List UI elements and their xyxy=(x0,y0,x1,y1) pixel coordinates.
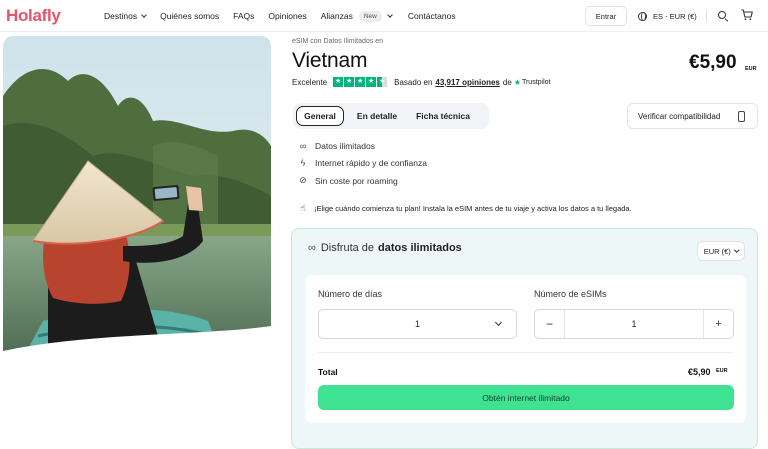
rating-based-on: Basado en xyxy=(394,77,433,87)
nav-contactanos[interactable]: Contáctanos xyxy=(408,11,456,21)
increment-button[interactable]: + xyxy=(703,310,733,338)
nav-opiniones[interactable]: Opiniones xyxy=(268,11,306,21)
total-currency: EUR xyxy=(716,368,728,374)
page-title: Vietnam xyxy=(292,49,368,72)
chevron-down-icon xyxy=(141,11,147,18)
nav-contactanos-label: Contáctanos xyxy=(407,11,456,21)
tab-general[interactable]: General xyxy=(296,106,344,126)
divider xyxy=(318,352,733,353)
infinity-icon: ∞ xyxy=(299,141,307,151)
feature-item: ϟ Internet rápido y de confianza xyxy=(297,158,427,168)
plan-card: ∞ Disfruta de datos ilimitados EUR (€) N… xyxy=(291,228,758,449)
total-label: Total xyxy=(318,367,338,377)
nav-opiniones-label: Opiniones xyxy=(268,11,307,21)
days-label: Número de días xyxy=(318,289,383,299)
reviews-link[interactable]: 43,917 opiniones xyxy=(435,78,499,87)
product-tabs: General En detalle Ficha técnica xyxy=(293,103,489,129)
activation-tip: ☝ ¡Elige cuándo comienza tu plan! Instal… xyxy=(297,203,632,214)
new-badge: New xyxy=(358,10,382,22)
language-selector[interactable]: ES - EUR (€) xyxy=(638,6,697,26)
feature-text: Datos ilimitados xyxy=(315,141,375,151)
login-button[interactable]: Entrar xyxy=(585,6,627,26)
vietnam-hero-image xyxy=(3,36,271,358)
nav-alianzas-label: Alianzas xyxy=(320,11,353,21)
main-nav: Destinos Quiénes somos FAQs Opiniones Al… xyxy=(104,0,470,32)
plan-title: ∞ Disfruta de datos ilimitados xyxy=(308,242,462,254)
days-select[interactable]: 1 xyxy=(318,309,517,339)
buy-unlimited-button[interactable]: Obtén internet ilimitado xyxy=(318,385,734,410)
globe-icon xyxy=(638,11,647,21)
star-half-icon: ★ xyxy=(377,77,388,87)
search-icon[interactable] xyxy=(718,11,726,19)
star-icon: ★ xyxy=(366,77,377,87)
nav-alianzas[interactable]: Alianzas New xyxy=(320,10,382,22)
header-divider xyxy=(706,10,707,22)
rating-row: Excelente ★ ★ ★ ★ ★ Basado en 43,917 opi… xyxy=(292,77,550,87)
star-icon: ★ xyxy=(355,77,366,87)
feature-item: ∞ Datos ilimitados xyxy=(297,141,375,151)
currency-select-value: EUR (€) xyxy=(703,246,731,256)
nav-destinos[interactable]: Destinos xyxy=(104,11,147,21)
plan-title-prefix: Disfruta de xyxy=(320,242,375,254)
holafly-logo[interactable]: Holafly xyxy=(6,6,61,26)
infinity-icon: ∞ xyxy=(308,242,316,254)
nav-faqs-label: FAQs xyxy=(233,11,255,21)
plan-title-bold: datos ilimitados xyxy=(378,242,462,254)
top-navigation-bar: Holafly Destinos Quiénes somos FAQs Opin… xyxy=(0,0,768,32)
total-price: €5,90 xyxy=(688,367,711,377)
feature-text: Sin coste por roaming xyxy=(315,175,398,186)
language-label: ES - EUR (€) xyxy=(653,11,697,21)
compatibility-label: Verificar compatibilidad xyxy=(638,111,721,121)
trustpilot-logo[interactable]: Trustpilot xyxy=(522,79,551,86)
star-icon: ★ xyxy=(344,77,355,87)
feature-item: ⊘ Sin coste por roaming xyxy=(297,175,398,186)
breadcrumb: eSIM con Datos Ilimitados en xyxy=(292,38,384,45)
check-compatibility-button[interactable]: Verificar compatibilidad xyxy=(627,103,758,129)
esims-value[interactable]: 1 xyxy=(565,319,703,329)
esims-stepper: − 1 + xyxy=(534,309,734,339)
rating-stars: ★ ★ ★ ★ ★ xyxy=(333,77,388,87)
feature-text: Internet rápido y de confianza xyxy=(315,158,427,168)
lightning-icon: ϟ xyxy=(300,158,306,168)
tab-ficha-tecnica[interactable]: Ficha técnica xyxy=(410,106,476,126)
days-value: 1 xyxy=(414,319,420,329)
plan-options: Número de días Número de eSIMs 1 − 1 + T… xyxy=(305,275,746,423)
chevron-down-icon[interactable] xyxy=(387,11,393,18)
nav-faqs[interactable]: FAQs xyxy=(233,11,254,21)
nav-quienes-label: Quiénes somos xyxy=(160,11,220,21)
trustpilot-star-icon: ★ xyxy=(513,77,521,87)
chevron-down-icon xyxy=(734,247,740,252)
cart-icon[interactable] xyxy=(741,9,753,21)
star-icon: ★ xyxy=(333,77,344,87)
decrement-button[interactable]: − xyxy=(535,310,565,338)
price: €5,90 xyxy=(689,52,737,73)
esims-label: Número de eSIMs xyxy=(534,289,607,299)
tab-en-detalle[interactable]: En detalle xyxy=(344,106,410,126)
tip-text: ¡Elige cuándo comienza tu plan! Instala … xyxy=(314,204,632,213)
hand-tap-icon: ☝ xyxy=(300,203,306,213)
nav-quienes-somos[interactable]: Quiénes somos xyxy=(160,11,219,21)
rating-label: Excelente xyxy=(292,77,328,87)
nav-destinos-label: Destinos xyxy=(104,11,138,21)
currency-select[interactable]: EUR (€) xyxy=(697,241,745,261)
price-currency: EUR xyxy=(745,66,757,72)
no-roaming-icon: ⊘ xyxy=(299,175,307,185)
rating-of: de xyxy=(502,77,512,87)
phone-icon xyxy=(738,111,745,122)
